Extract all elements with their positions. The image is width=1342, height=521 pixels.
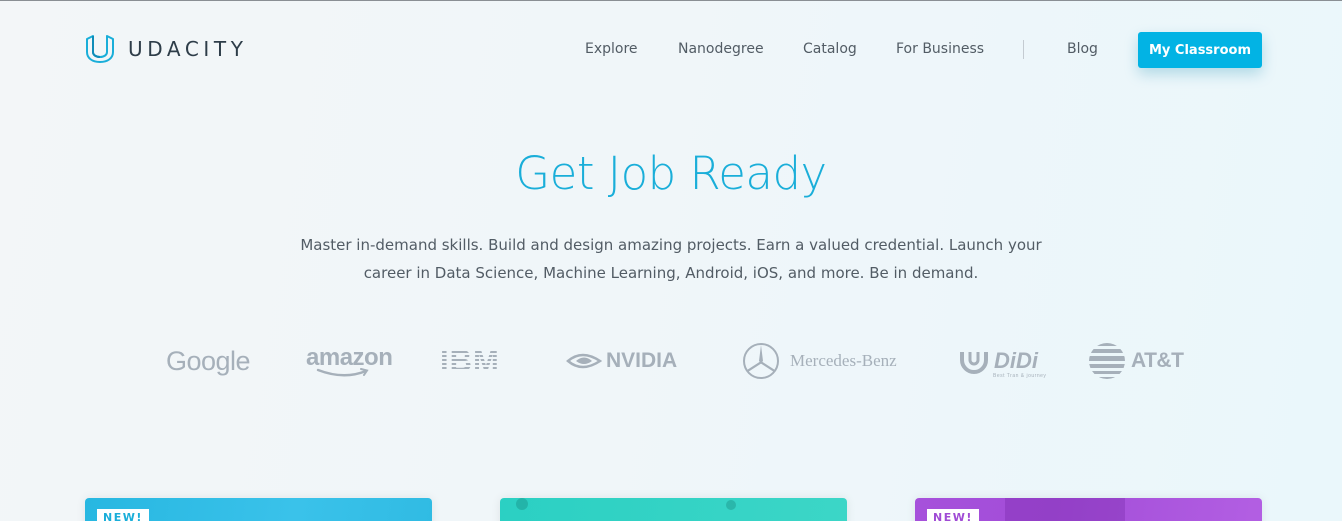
program-card-1[interactable]: NEW! (85, 498, 432, 521)
mercedes-benz-logo: Mercedes-Benz (742, 331, 897, 391)
nvidia-logo-text: NVIDIA (606, 349, 678, 372)
nav-for-business[interactable]: For Business (896, 41, 984, 57)
nav-divider (1023, 40, 1024, 59)
card-decoration (726, 500, 736, 510)
didi-tagline: Best Tran & journey (993, 373, 1047, 379)
google-logo-text: Google (166, 345, 251, 376)
nav-catalog[interactable]: Catalog (803, 41, 857, 57)
hero-title: Get Job Ready (515, 147, 827, 200)
google-logo: Google (166, 331, 251, 391)
main-nav: Explore Nanodegree Catalog For Business … (0, 32, 1342, 68)
ibm-logo: IBM (440, 331, 500, 391)
att-globe-icon (1089, 343, 1125, 379)
program-card-3[interactable]: NEW! (915, 498, 1262, 521)
amazon-logo: amazon (306, 331, 393, 391)
card-decoration (516, 498, 528, 510)
didi-logo: DiDi Best Tran & journey (960, 331, 1046, 391)
card-image-shade (1005, 498, 1125, 521)
ibm-logo-text: IBM (440, 343, 500, 378)
nvidia-logo: NVIDIA (566, 331, 677, 391)
mercedes-star-icon (743, 343, 779, 379)
nav-blog[interactable]: Blog (1067, 41, 1098, 57)
mercedes-benz-logo-text: Mercedes-Benz (790, 351, 897, 370)
program-card-2[interactable] (500, 498, 847, 521)
new-badge: NEW! (97, 509, 149, 521)
hero-subtitle-line2: career in Data Science, Machine Learning… (363, 264, 979, 282)
new-badge: NEW! (927, 509, 979, 521)
nav-explore[interactable]: Explore (585, 41, 638, 57)
att-logo-text: AT&T (1131, 349, 1184, 372)
att-logo: AT&T (1087, 331, 1184, 391)
amazon-smile-icon (316, 368, 369, 377)
didi-logo-text: DiDi (994, 348, 1038, 373)
didi-icon (960, 352, 988, 374)
nvidia-eye-icon (566, 353, 602, 369)
hero-subtitle: Master in-demand skills. Build and desig… (296, 231, 1046, 287)
partner-logos: Google amazon IBM NVIDIA Mercedes-Benz D… (0, 331, 1342, 391)
nav-nanodegree[interactable]: Nanodegree (678, 41, 764, 57)
my-classroom-button[interactable]: My Classroom (1138, 32, 1262, 68)
hero-subtitle-line1: Master in-demand skills. Build and desig… (300, 236, 1042, 254)
